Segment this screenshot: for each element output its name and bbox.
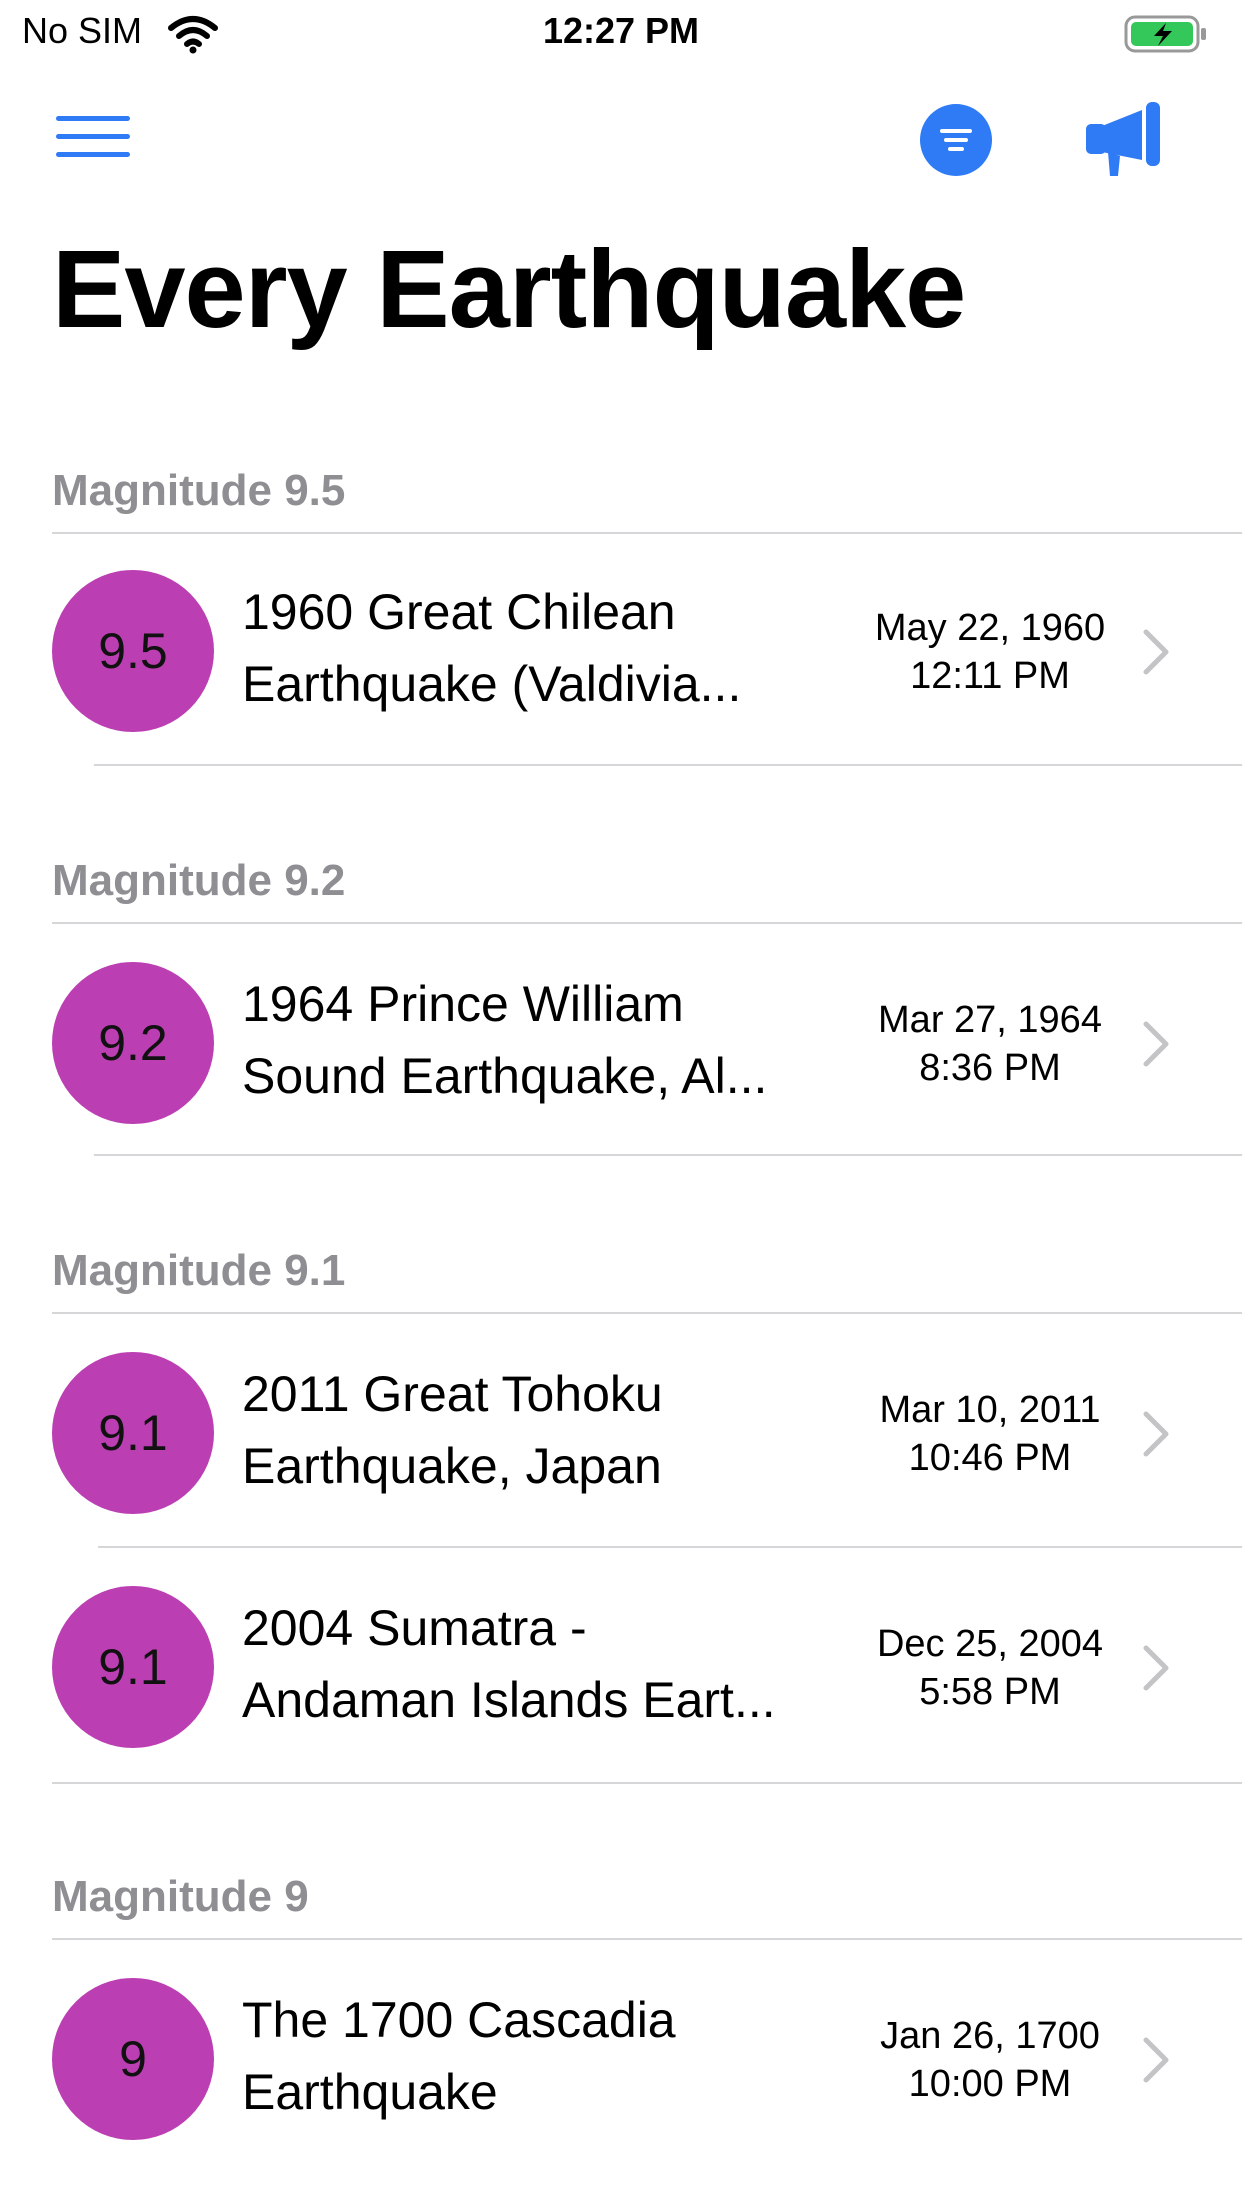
hamburger-menu-icon xyxy=(56,116,130,121)
chevron-right-icon xyxy=(1143,1645,1169,1691)
section-header-magnitude-9-5: Magnitude 9.5 xyxy=(52,466,346,515)
announcements-button[interactable] xyxy=(1082,100,1166,180)
hamburger-menu-line xyxy=(56,152,130,157)
status-bar: No SIM 12:27 PM xyxy=(0,0,1242,66)
earthquake-name: 2011 Great Tohoku Earthquake, Japan xyxy=(242,1366,663,1494)
earthquake-date: Dec 25, 2004 5:58 PM xyxy=(876,1623,1104,1713)
earthquake-date: Mar 27, 1964 8:36 PM xyxy=(878,999,1102,1089)
filter-button[interactable] xyxy=(920,104,992,176)
earthquake-date: Jan 26, 1700 10:00 PM xyxy=(880,2015,1100,2105)
row-separator xyxy=(52,1782,1242,1784)
row-separator xyxy=(94,764,1242,766)
battery-charging-icon xyxy=(1124,15,1206,53)
magnitude-badge: 9.1 xyxy=(52,1586,214,1748)
magnitude-badge: 9.2 xyxy=(52,962,214,1124)
navigation-bar xyxy=(0,66,1242,216)
magnitude-badge: 9.1 xyxy=(52,1352,214,1514)
earthquake-name: The 1700 Cascadia Earthquake xyxy=(242,1992,676,2120)
row-separator xyxy=(94,1154,1242,1156)
chevron-right-icon xyxy=(1143,1411,1169,1457)
status-time: 12:27 PM xyxy=(542,10,700,51)
megaphone-icon xyxy=(1086,102,1160,176)
chevron-right-icon xyxy=(1143,2037,1169,2083)
earthquake-row[interactable]: 9 The 1700 Cascadia Earthquake Jan 26, 1… xyxy=(0,1940,1242,2172)
earthquake-name: 2004 Sumatra - Andaman Islands Eart... xyxy=(242,1600,776,1728)
earthquake-name: 1964 Prince William Sound Earthquake, Al… xyxy=(242,976,768,1104)
page-title: Every Earthquake xyxy=(52,228,966,351)
earthquake-row[interactable]: 9.1 2011 Great Tohoku Earthquake, Japan … xyxy=(0,1314,1242,1546)
chevron-right-icon xyxy=(1143,629,1169,675)
earthquake-date: May 22, 1960 12:11 PM xyxy=(874,607,1106,697)
menu-button[interactable] xyxy=(56,116,134,164)
magnitude-badge: 9 xyxy=(52,1978,214,2140)
chevron-right-icon xyxy=(1143,1021,1169,1067)
section-header-magnitude-9-1: Magnitude 9.1 xyxy=(52,1246,346,1295)
magnitude-badge: 9.5 xyxy=(52,570,214,732)
hamburger-menu-line xyxy=(56,134,130,139)
earthquake-row[interactable]: 9.5 1960 Great Chilean Earthquake (Valdi… xyxy=(0,534,1242,764)
filter-icon xyxy=(940,129,972,151)
earthquake-row[interactable]: 9.2 1964 Prince William Sound Earthquake… xyxy=(0,924,1242,1154)
earthquake-date: Mar 10, 2011 10:46 PM xyxy=(879,1389,1101,1479)
section-header-magnitude-9-2: Magnitude 9.2 xyxy=(52,856,346,905)
earthquake-name: 1960 Great Chilean Earthquake (Valdivia.… xyxy=(242,584,742,712)
earthquake-row[interactable]: 9.1 2004 Sumatra - Andaman Islands Eart.… xyxy=(0,1548,1242,1780)
section-header-magnitude-9: Magnitude 9 xyxy=(52,1872,309,1921)
